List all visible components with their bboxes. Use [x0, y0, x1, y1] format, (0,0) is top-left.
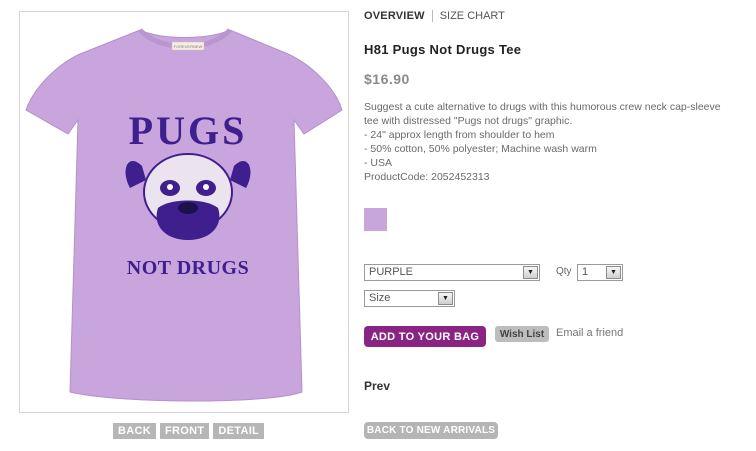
product-image: FOREVERNEW PUGS NOT DRUGS	[19, 11, 349, 413]
image-view-buttons: BACK FRONT DETAIL	[113, 423, 265, 439]
description-line: - 50% cotton, 50% polyester; Machine was…	[364, 143, 597, 155]
chevron-down-icon: ▼	[438, 292, 453, 305]
product-description: Suggest a cute alternative to drugs with…	[364, 100, 744, 184]
color-select-value: PURPLE	[369, 266, 414, 278]
graphic-text-top: PUGS	[129, 108, 248, 153]
view-front-button[interactable]: FRONT	[159, 423, 210, 439]
shirt-tag-text: FOREVERNEW	[174, 44, 203, 49]
prev-link[interactable]: Prev	[364, 379, 390, 393]
qty-select-value: 1	[582, 266, 589, 278]
wish-list-button[interactable]: Wish List	[495, 326, 549, 342]
email-friend-link[interactable]: Email a friend	[556, 327, 623, 339]
qty-select[interactable]: 1 ▼	[577, 264, 623, 281]
back-to-new-arrivals-button[interactable]: BACK TO NEW ARRIVALS	[364, 422, 498, 439]
color-swatch[interactable]	[364, 208, 387, 231]
size-select-value: Size	[369, 292, 391, 304]
tshirt-image: FOREVERNEW PUGS NOT DRUGS	[25, 28, 343, 402]
view-back-button[interactable]: BACK	[113, 423, 156, 439]
qty-label: Qty	[556, 266, 572, 277]
add-to-bag-button[interactable]: ADD TO YOUR BAG	[364, 326, 486, 347]
description-line: Suggest a cute alternative to drugs with…	[364, 101, 721, 113]
product-tabs: OVERVIEW SIZE CHART	[364, 10, 505, 22]
description-line: tee with distressed "Pugs not drugs" gra…	[364, 115, 573, 127]
chevron-down-icon: ▼	[606, 266, 621, 279]
description-line: - 24" approx length from shoulder to hem	[364, 129, 555, 141]
product-code: ProductCode: 2052452313	[364, 171, 490, 183]
size-select[interactable]: Size ▼	[364, 290, 455, 307]
description-line: - USA	[364, 157, 393, 169]
view-detail-button[interactable]: DETAIL	[213, 423, 265, 439]
color-select[interactable]: PURPLE ▼	[364, 264, 540, 281]
tab-divider	[431, 10, 433, 22]
product-price: $16.90	[364, 71, 410, 87]
chevron-down-icon: ▼	[523, 266, 538, 279]
tab-overview[interactable]: OVERVIEW	[364, 10, 425, 22]
graphic-text-bottom: NOT DRUGS	[127, 257, 250, 279]
product-title: H81 Pugs Not Drugs Tee	[364, 42, 522, 57]
tab-size-chart[interactable]: SIZE CHART	[440, 10, 505, 22]
